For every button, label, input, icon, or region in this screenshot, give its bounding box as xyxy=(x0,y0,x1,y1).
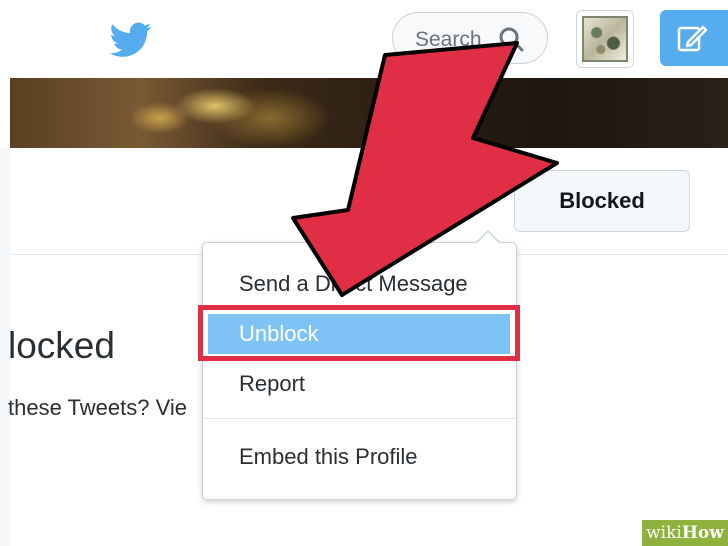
avatar-image xyxy=(582,16,628,62)
blocked-button[interactable]: Blocked xyxy=(514,170,690,232)
search-icon[interactable] xyxy=(497,25,525,53)
menu-divider xyxy=(203,418,516,419)
menu-item-report[interactable]: Report xyxy=(205,364,513,404)
highlight-box xyxy=(198,305,520,361)
top-navigation-bar: Search xyxy=(0,0,728,79)
blocked-heading: locked xyxy=(8,325,115,366)
watermark-suffix: How xyxy=(681,523,724,543)
menu-item-send-direct-message[interactable]: Send a Direct Message xyxy=(205,264,513,304)
compose-tweet-button[interactable] xyxy=(660,10,728,66)
search-input[interactable]: Search xyxy=(415,28,482,52)
compose-tweet-icon xyxy=(677,25,708,52)
watermark-prefix: wiki xyxy=(646,523,682,543)
menu-item-embed-profile[interactable]: Embed this Profile xyxy=(205,437,513,477)
page-left-edge xyxy=(0,78,10,148)
twitter-bird-icon[interactable] xyxy=(110,22,152,58)
profile-banner-image xyxy=(10,78,728,148)
dropdown-caret-fill xyxy=(477,232,499,243)
user-avatar[interactable] xyxy=(576,10,634,68)
search-box[interactable]: Search xyxy=(392,12,548,64)
wikihow-watermark: wiki How xyxy=(642,520,728,546)
